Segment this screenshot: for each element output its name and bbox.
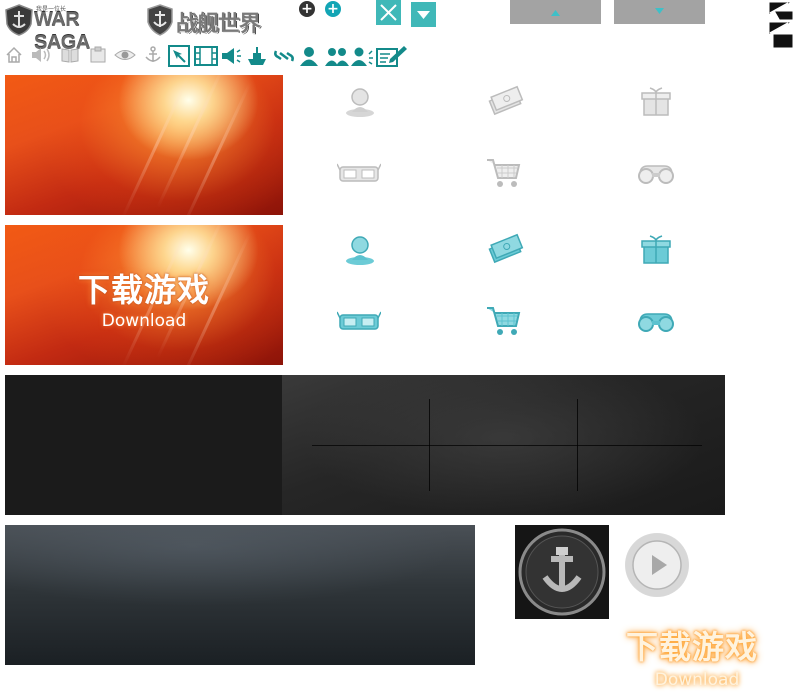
ledger-stack-icon[interactable]	[768, 1, 794, 49]
caret-down-icon	[655, 8, 664, 14]
warsaga-logo: 我是一位长 WAR SAGA	[4, 4, 138, 54]
vr-goggles-icon-active[interactable]	[337, 304, 381, 340]
home-icon[interactable]	[4, 45, 24, 65]
banner-blank	[5, 75, 283, 215]
dark-slate-panel	[5, 525, 475, 665]
edit-icon[interactable]	[376, 45, 407, 67]
banner-download[interactable]: 下载游戏 Download	[5, 225, 283, 365]
dark-texture-panel	[5, 375, 725, 515]
download-title-cn: 下载游戏	[77, 271, 210, 309]
cart-icon[interactable]	[484, 154, 524, 190]
wows-cn-logo: 战舰世界	[146, 4, 292, 37]
caret-down-icon	[417, 11, 430, 19]
link-icon[interactable]	[272, 45, 294, 65]
shield-emblem-icon	[147, 4, 173, 36]
caret-up-icon	[551, 10, 560, 16]
agent-icon[interactable]	[340, 84, 380, 120]
book-icon[interactable]	[60, 45, 80, 65]
gift-icon[interactable]	[636, 84, 676, 120]
close-icon	[380, 4, 397, 21]
plus-icon: +	[327, 1, 339, 17]
ship-icon[interactable]	[246, 45, 266, 65]
add-button-teal[interactable]: +	[325, 1, 341, 17]
plus-icon: +	[301, 1, 313, 17]
wows-app-tile[interactable]	[515, 525, 609, 619]
scroll-down-button[interactable]	[614, 0, 705, 24]
clipboard-icon[interactable]	[88, 45, 108, 65]
megaphone-icon[interactable]	[220, 45, 241, 65]
download-title-en: Download	[101, 311, 187, 331]
eye-icon[interactable]	[114, 45, 136, 65]
play-icon	[626, 534, 688, 596]
download-glow-title-cn[interactable]: 下载游戏	[612, 622, 772, 668]
agent-icon-active[interactable]	[340, 232, 380, 268]
close-button[interactable]	[376, 0, 401, 25]
users-group-icon[interactable]	[324, 45, 349, 66]
logo-wordmark-cn: 战舰世界	[176, 12, 261, 37]
dropdown-button[interactable]	[411, 2, 436, 27]
play-button[interactable]	[625, 533, 689, 597]
anchor-emblem-icon	[518, 528, 606, 616]
cash-icon-active[interactable]	[486, 232, 526, 268]
shield-emblem-icon	[5, 4, 33, 36]
speaker-icon[interactable]	[29, 45, 50, 65]
download-glow-title-en[interactable]: Download	[612, 670, 782, 690]
user-speaker-icon[interactable]	[350, 45, 373, 66]
binocular-icon[interactable]	[634, 156, 674, 192]
textured-grid-panel	[282, 375, 725, 515]
film-icon[interactable]	[194, 45, 218, 66]
cart-icon-active[interactable]	[484, 302, 524, 338]
gift-icon-active[interactable]	[636, 232, 676, 268]
cash-icon[interactable]	[486, 84, 526, 120]
user-icon[interactable]	[298, 45, 318, 66]
anchor-icon[interactable]	[143, 45, 163, 65]
scroll-up-button[interactable]	[510, 0, 601, 24]
add-button-dark[interactable]: +	[299, 1, 315, 17]
vr-goggles-icon[interactable]	[337, 156, 381, 192]
binocular-icon-active[interactable]	[634, 304, 674, 340]
cursor-select-icon[interactable]	[168, 45, 190, 67]
